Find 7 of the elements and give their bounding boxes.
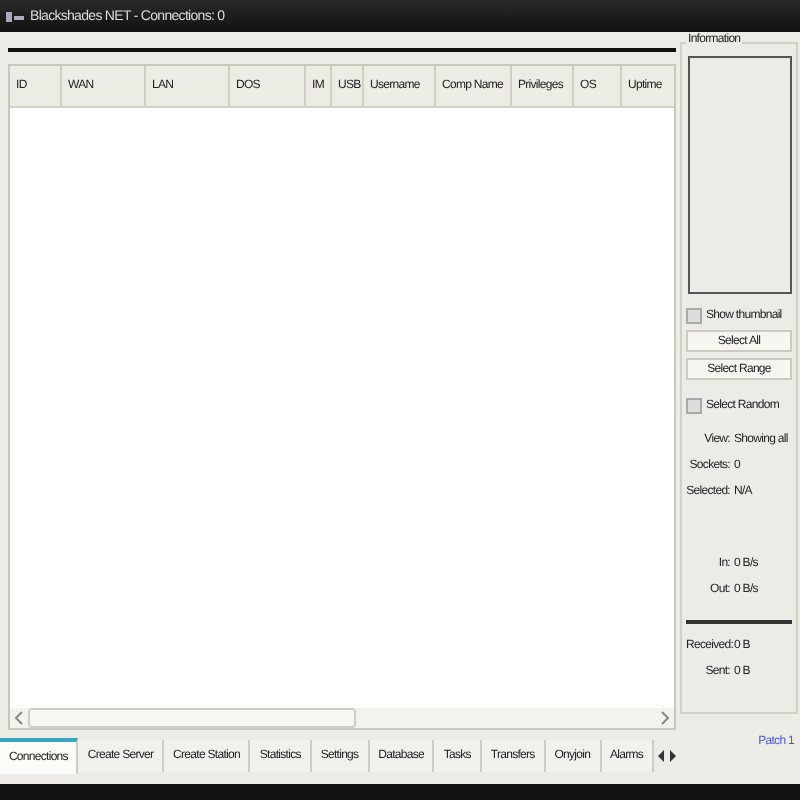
checkbox[interactable] — [686, 398, 702, 414]
scroll-right-icon[interactable] — [658, 710, 670, 726]
horizontal-scrollbar[interactable] — [10, 708, 674, 728]
tab-scroll-arrows-icon[interactable] — [658, 748, 677, 764]
checkbox[interactable] — [686, 308, 702, 324]
scroll-left-icon[interactable] — [14, 710, 26, 726]
app-icon — [6, 9, 24, 23]
